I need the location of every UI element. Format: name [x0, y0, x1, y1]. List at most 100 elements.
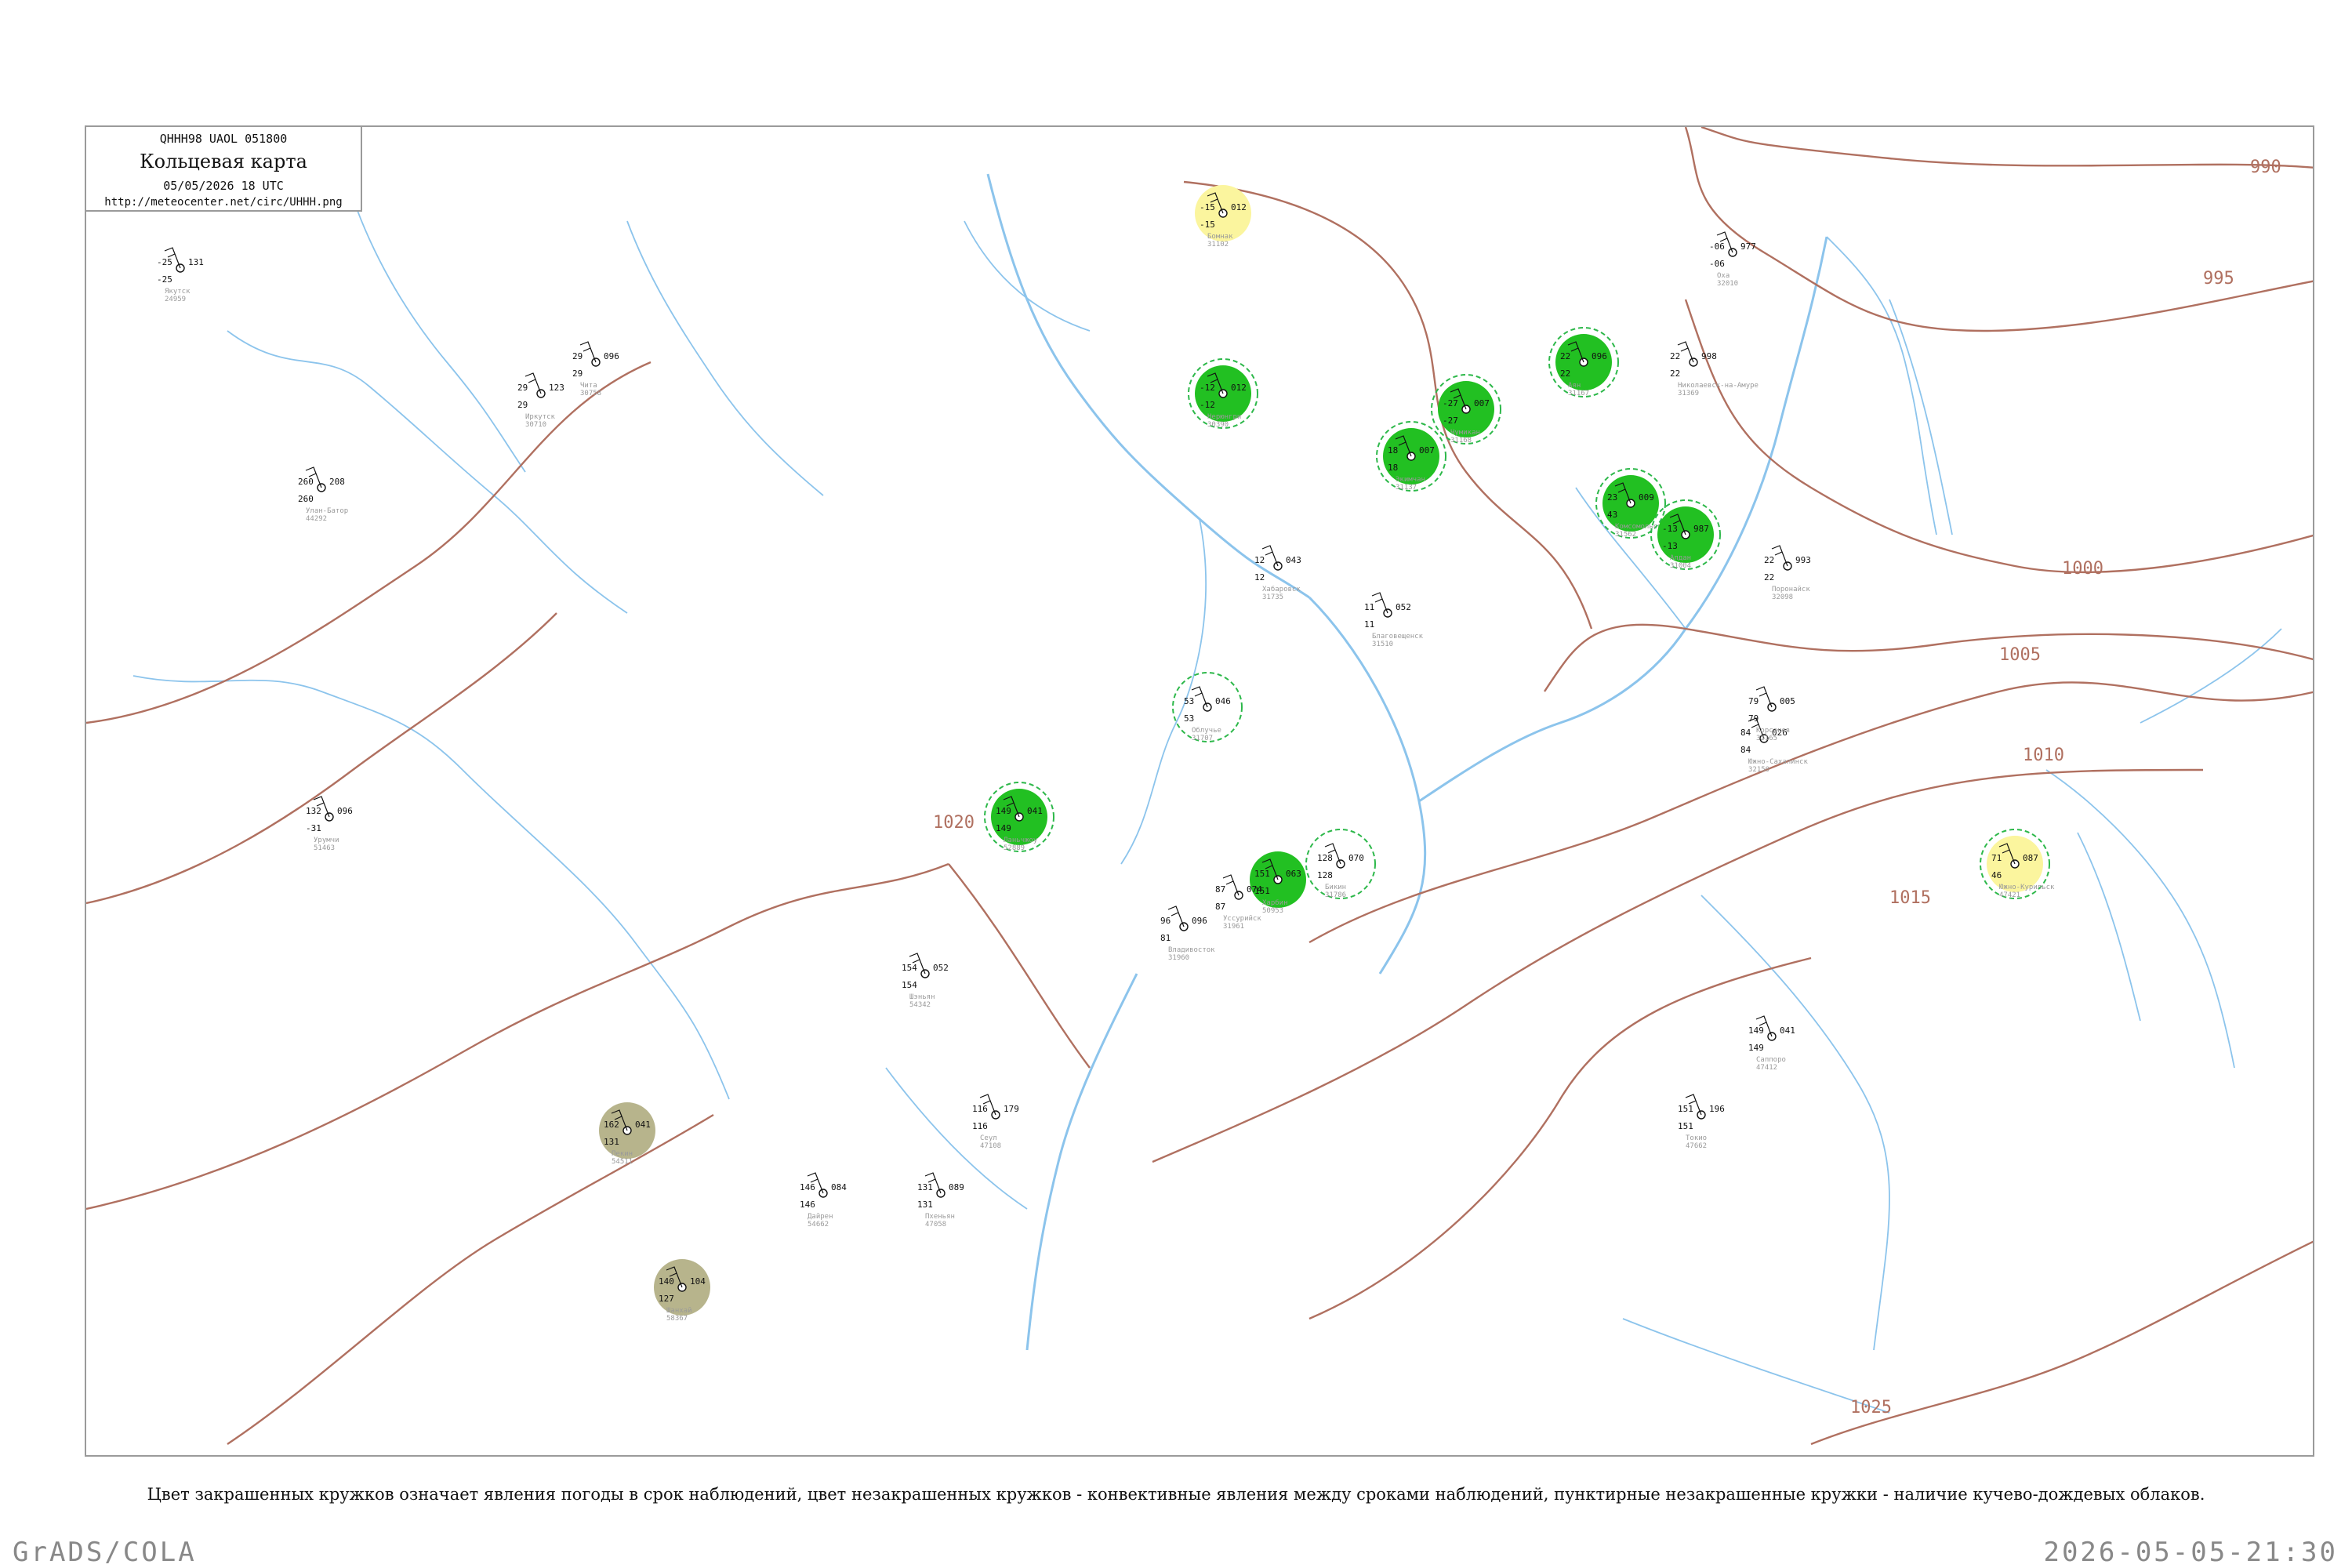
- dewpoint-value: 87: [1215, 902, 1225, 912]
- isobar-label-995: 995: [2203, 269, 2234, 289]
- isobar-label-1015: 1015: [1889, 888, 1931, 908]
- temperature-value: 84: [1740, 728, 1751, 738]
- temperature-value: 23: [1607, 492, 1617, 503]
- station-plot: 18 18 007 Экимчан31137: [1376, 421, 1446, 492]
- station-plot: 71 46 087 Южно-Курильск47421: [1980, 829, 2055, 899]
- temperature-value: -15: [1200, 202, 1215, 212]
- dewpoint-value: 131: [917, 1200, 933, 1210]
- station-plot: 116 116 179 Сеул47108: [972, 1094, 1019, 1150]
- pressure-value: 096: [1592, 351, 1607, 361]
- station-id: 50953: [1262, 907, 1283, 915]
- pressure-value: 005: [1780, 696, 1795, 706]
- dewpoint-value: 53: [1184, 713, 1194, 724]
- station-id: 30758: [580, 390, 601, 397]
- station-id: 31137: [1396, 484, 1417, 492]
- station-id: 32150: [1748, 766, 1769, 774]
- station-plot: -27 -27 007 Чумикан31168: [1431, 374, 1501, 445]
- temperature-value: 29: [517, 383, 528, 393]
- station-name: Дайрен: [808, 1213, 833, 1221]
- station-id: 31707: [1192, 735, 1213, 742]
- station-plot: 22 22 096 Аян31167: [1548, 327, 1619, 397]
- dewpoint-value: 260: [298, 494, 314, 504]
- temperature-value: 132: [306, 806, 321, 816]
- station-name: Урумчи: [314, 837, 339, 844]
- dewpoint-value: 22: [1764, 572, 1774, 583]
- station-name: Пхеньян: [925, 1213, 955, 1221]
- station-id: 52889: [1004, 844, 1025, 852]
- station-name: Бомнак: [1207, 233, 1233, 241]
- pressure-value: 179: [1004, 1104, 1019, 1114]
- station-name: Нерюнгри: [1207, 413, 1241, 421]
- isobar-label-1000: 1000: [2062, 559, 2103, 579]
- station-plot: 29 29 096 Чита30758: [572, 341, 619, 397]
- dewpoint-value: 149: [1748, 1043, 1764, 1053]
- station-id: 44292: [306, 515, 327, 523]
- dewpoint-value: 11: [1364, 619, 1374, 630]
- map-title: Кольцевая карта: [140, 151, 307, 172]
- map-datetime: 05/05/2026 18 UTC: [163, 179, 284, 193]
- station-name: Бикин: [1325, 884, 1346, 891]
- station-plot: 149 149 041 Саппоро47412: [1748, 1015, 1795, 1072]
- station-plot: 154 154 052 Шэньян54342: [902, 953, 949, 1009]
- coastlines: [1622, 299, 2235, 1414]
- pressure-value: 041: [1027, 806, 1043, 816]
- rivers: [132, 173, 2282, 1351]
- dewpoint-value: 81: [1160, 933, 1171, 943]
- station-plot: 22 22 993 Поронайск32098: [1764, 545, 1811, 601]
- station-id: 32098: [1772, 593, 1793, 601]
- station-plot: -15 -15 012 Бомнак31102: [1195, 185, 1251, 249]
- pressure-value: 089: [949, 1182, 964, 1192]
- station-id: 54342: [909, 1001, 931, 1009]
- station-plot: -06 -06 977 Оха32010: [1709, 231, 1756, 288]
- temperature-value: 149: [1748, 1025, 1764, 1036]
- station-name: Николаевск-на-Амуре: [1678, 382, 1759, 390]
- station-plot: 128 128 070 Бикин31786: [1305, 829, 1376, 899]
- dewpoint-value: 29: [517, 400, 528, 410]
- station-plot: 151151063Харбин50953: [1250, 851, 1306, 915]
- station-id: 31167: [1568, 390, 1589, 397]
- station-name: Корсаков: [1756, 727, 1790, 735]
- temperature-value: 131: [917, 1182, 933, 1192]
- station-name: Оха: [1717, 272, 1730, 280]
- temperature-value: 146: [800, 1182, 815, 1192]
- temperature-value: 116: [972, 1104, 988, 1114]
- isobar-label-1020: 1020: [933, 813, 975, 833]
- station-name: Хабаровск: [1262, 585, 1301, 593]
- pressure-value: 043: [1286, 555, 1301, 565]
- isobar-label-990: 990: [2250, 158, 2281, 177]
- station-plot: -13 -13 987 Алдан31004: [1650, 499, 1721, 570]
- station-plot: 260 260 208 Улан-Батор44292: [298, 466, 348, 523]
- synoptic-map: 990 995 1000 1005 1010 1015 1020 1025 -1…: [86, 127, 2313, 1446]
- station-name: Аян: [1568, 382, 1581, 390]
- temperature-value: -13: [1662, 524, 1678, 534]
- temperature-value: 128: [1317, 853, 1333, 863]
- station-id: 31562: [1615, 531, 1636, 539]
- pressure-value: 012: [1231, 383, 1247, 393]
- station-plot: 162 131 041 Пекин54511: [599, 1102, 655, 1166]
- pressure-value: 046: [1215, 696, 1231, 706]
- temperature-value: 154: [902, 963, 917, 973]
- map-url[interactable]: http://meteocenter.net/circ/UHHH.png: [86, 196, 361, 209]
- station-plot: 79 79 005 Корсаков32165: [1748, 686, 1795, 742]
- station-id: 47421: [1999, 891, 2020, 899]
- station-id: 47412: [1756, 1064, 1777, 1072]
- dewpoint-value: -15: [1200, 220, 1215, 230]
- temperature-value: 18: [1388, 445, 1398, 456]
- isobar-label-1005: 1005: [1999, 645, 2041, 665]
- temperature-value: 22: [1764, 555, 1774, 565]
- station-name: Южно-Сахалинск: [1748, 758, 1808, 766]
- dewpoint-value: -13: [1662, 541, 1678, 551]
- station-name: Чита: [580, 382, 597, 390]
- pressure-value: 987: [1693, 524, 1709, 534]
- pressure-value: 208: [329, 477, 345, 487]
- dewpoint-value: 131: [604, 1137, 619, 1147]
- temperature-value: -12: [1200, 383, 1215, 393]
- temperature-value: 22: [1670, 351, 1680, 361]
- pressure-value: 009: [1639, 492, 1654, 503]
- temperature-value: 260: [298, 477, 314, 487]
- dewpoint-value: 46: [1991, 870, 2002, 880]
- station-name: Алдан: [1670, 554, 1691, 562]
- temperature-value: 29: [572, 351, 583, 361]
- station-name: Облучье: [1192, 726, 1221, 735]
- station-id: 47108: [980, 1142, 1001, 1150]
